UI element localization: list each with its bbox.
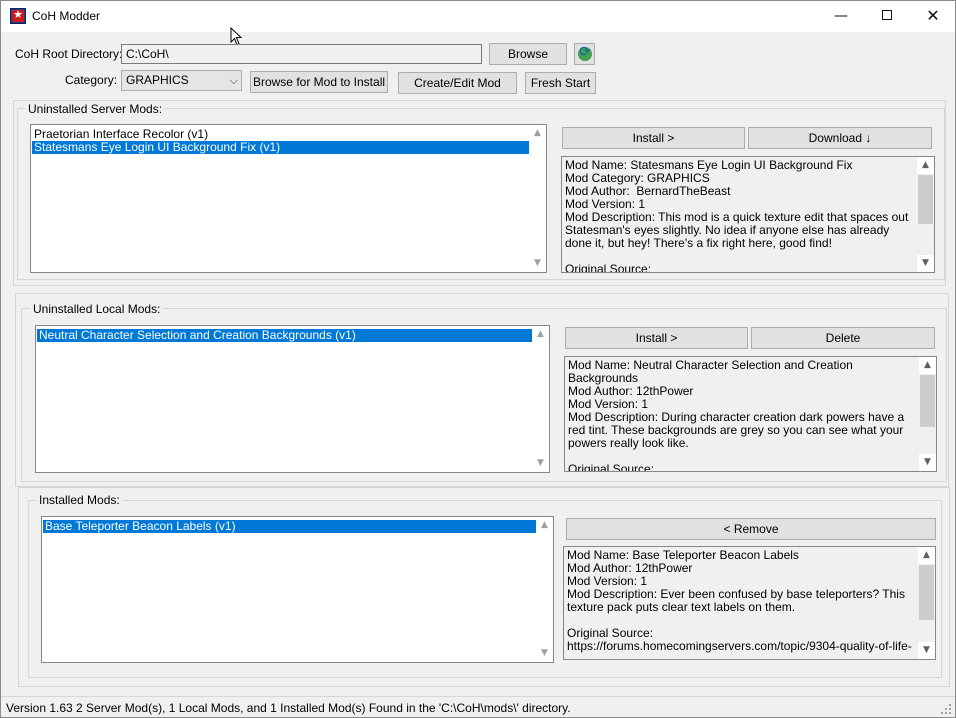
list-item[interactable]: Neutral Character Selection and Creation… bbox=[37, 329, 532, 342]
local-mod-description[interactable]: Mod Name: Neutral Character Selection an… bbox=[564, 356, 937, 472]
scroll-up-icon[interactable]: ▲ bbox=[532, 326, 549, 343]
server-mods-title: Uninstalled Server Mods: bbox=[25, 102, 166, 116]
scroll-down-icon[interactable]: ▼ bbox=[529, 255, 546, 272]
installed-description-scrollbar[interactable]: ▲ ▼ bbox=[918, 547, 935, 659]
server-description-scrollbar[interactable]: ▲ ▼ bbox=[917, 157, 934, 272]
chevron-down-icon: ⌵ bbox=[229, 74, 238, 87]
maximize-icon bbox=[882, 9, 892, 20]
create-edit-mod-button[interactable]: Create/Edit Mod bbox=[398, 72, 517, 94]
installed-mods-list-scrollbar[interactable]: ▲ ▼ bbox=[536, 517, 553, 662]
refresh-icon bbox=[578, 44, 592, 61]
category-selected-value: GRAPHICS bbox=[126, 73, 189, 87]
scroll-down-icon[interactable]: ▼ bbox=[532, 455, 549, 472]
scroll-down-icon[interactable]: ▼ bbox=[918, 642, 935, 659]
window-title: CoH Modder bbox=[32, 9, 101, 23]
scroll-thumb[interactable] bbox=[918, 175, 933, 224]
scroll-down-icon[interactable]: ▼ bbox=[919, 454, 936, 471]
scroll-up-icon[interactable]: ▲ bbox=[536, 517, 553, 534]
local-mods-items: Neutral Character Selection and Creation… bbox=[37, 329, 532, 342]
category-label: Category: bbox=[65, 73, 118, 87]
scroll-down-icon[interactable]: ▼ bbox=[917, 255, 934, 272]
server-mods-list-scrollbar[interactable]: ▲ ▼ bbox=[529, 125, 546, 272]
list-item[interactable]: Statesmans Eye Login UI Background Fix (… bbox=[32, 141, 529, 154]
local-mod-description-text: Mod Name: Neutral Character Selection an… bbox=[568, 358, 905, 472]
server-mod-description[interactable]: Mod Name: Statesmans Eye Login UI Backgr… bbox=[561, 156, 935, 273]
local-description-scrollbar[interactable]: ▲ ▼ bbox=[919, 357, 936, 471]
server-mod-description-text: Mod Name: Statesmans Eye Login UI Backgr… bbox=[565, 158, 909, 273]
scroll-thumb[interactable] bbox=[920, 375, 935, 427]
scroll-up-icon[interactable]: ▲ bbox=[919, 357, 936, 374]
local-mods-title: Uninstalled Local Mods: bbox=[30, 302, 164, 316]
list-item[interactable]: Base Teleporter Beacon Labels (v1) bbox=[43, 520, 537, 533]
app-window: ★ CoH Modder — ✕ CoH Root Directory: C:\… bbox=[0, 0, 956, 718]
title-bar[interactable]: ★ CoH Modder — ✕ bbox=[1, 1, 955, 32]
server-mods-items: Praetorian Interface Recolor (v1) Statesm… bbox=[32, 128, 529, 154]
scroll-thumb[interactable] bbox=[919, 565, 934, 620]
browse-button[interactable]: Browse bbox=[489, 43, 567, 65]
fresh-start-button[interactable]: Fresh Start bbox=[525, 72, 596, 94]
status-text: Version 1.63 2 Server Mod(s), 1 Local Mo… bbox=[6, 701, 571, 715]
local-install-button[interactable]: Install > bbox=[565, 327, 748, 349]
minimize-button[interactable]: — bbox=[818, 1, 864, 32]
maximize-button[interactable] bbox=[864, 1, 910, 32]
local-mods-list-scrollbar[interactable]: ▲ ▼ bbox=[532, 326, 549, 472]
local-mods-list[interactable]: Neutral Character Selection and Creation… bbox=[35, 325, 550, 473]
scroll-up-icon[interactable]: ▲ bbox=[918, 547, 935, 564]
installed-mods-list[interactable]: Base Teleporter Beacon Labels (v1) ▲ ▼ bbox=[41, 516, 554, 663]
installed-mod-description[interactable]: Mod Name: Base Teleporter Beacon Labels … bbox=[563, 546, 936, 660]
browse-mod-install-button[interactable]: Browse for Mod to Install bbox=[250, 71, 388, 93]
category-dropdown[interactable]: GRAPHICS ⌵ bbox=[121, 70, 242, 91]
installed-mod-description-text: Mod Name: Base Teleporter Beacon Labels … bbox=[567, 548, 912, 653]
scroll-up-icon[interactable]: ▲ bbox=[529, 125, 546, 142]
server-install-button[interactable]: Install > bbox=[562, 127, 745, 149]
server-mods-list[interactable]: Praetorian Interface Recolor (v1) Statesm… bbox=[30, 124, 547, 273]
scroll-up-icon[interactable]: ▲ bbox=[917, 157, 934, 174]
root-directory-label: CoH Root Directory: bbox=[15, 47, 123, 61]
app-logo-icon: ★ bbox=[10, 8, 26, 24]
installed-mods-title: Installed Mods: bbox=[36, 493, 123, 507]
installed-mods-items: Base Teleporter Beacon Labels (v1) bbox=[43, 520, 537, 533]
remove-button[interactable]: < Remove bbox=[566, 518, 936, 540]
status-bar: Version 1.63 2 Server Mod(s), 1 Local Mo… bbox=[1, 696, 955, 717]
download-button[interactable]: Download ↓ bbox=[748, 127, 932, 149]
delete-button[interactable]: Delete bbox=[751, 327, 935, 349]
close-button[interactable]: ✕ bbox=[910, 1, 956, 32]
refresh-button[interactable] bbox=[574, 43, 595, 65]
root-directory-input[interactable]: C:\CoH\ bbox=[121, 44, 482, 64]
resize-grip-icon[interactable] bbox=[941, 704, 951, 714]
scroll-down-icon[interactable]: ▼ bbox=[536, 645, 553, 662]
